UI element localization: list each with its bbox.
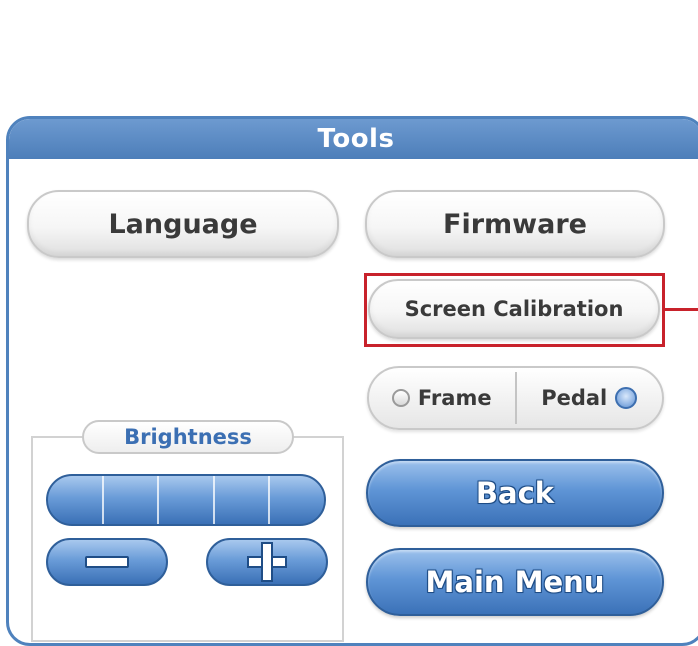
brightness-segment[interactable] [159, 476, 215, 524]
brightness-segment[interactable] [215, 476, 271, 524]
pedal-radio-icon[interactable] [615, 387, 638, 409]
brightness-label: Brightness [82, 420, 294, 454]
panel-title: Tools [9, 119, 698, 159]
brightness-decrease-button[interactable] [46, 538, 168, 586]
language-button[interactable]: Language [27, 190, 339, 258]
plus-icon [247, 542, 287, 582]
frame-label: Frame [417, 386, 492, 410]
minus-icon [85, 556, 129, 568]
calibration-highlight-box [364, 273, 665, 347]
pedal-label: Pedal [541, 386, 608, 410]
main-menu-button[interactable]: Main Menu [366, 548, 664, 616]
frame-option[interactable]: Frame [369, 368, 515, 428]
brightness-level-bar[interactable] [46, 474, 326, 526]
brightness-segment[interactable] [270, 476, 324, 524]
pedal-option[interactable]: Pedal [517, 368, 663, 428]
brightness-segment[interactable] [48, 476, 104, 524]
back-button[interactable]: Back [366, 459, 664, 527]
frame-pedal-toggle[interactable]: Frame Pedal [367, 366, 664, 430]
brightness-segment[interactable] [104, 476, 160, 524]
frame-radio-icon[interactable] [391, 389, 410, 407]
callout-line [665, 308, 698, 311]
brightness-increase-button[interactable] [206, 538, 328, 586]
firmware-button[interactable]: Firmware [365, 190, 665, 258]
